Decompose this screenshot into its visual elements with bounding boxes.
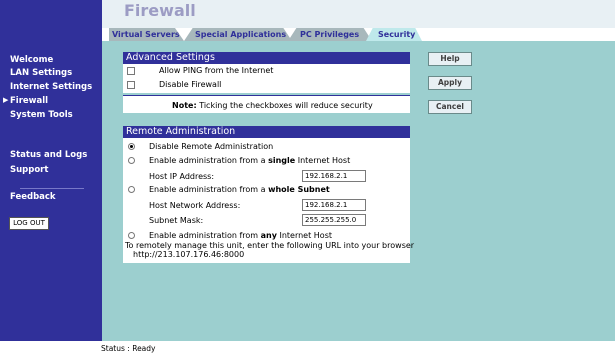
current-page-arrow-icon: ▶ [3, 96, 9, 104]
sidebar-item-lan-settings[interactable]: LAN Settings [10, 68, 72, 78]
remote-administration-panel: Remote Administration Disable Remote Adm… [123, 126, 414, 263]
any-host-label-bold: any [260, 231, 277, 240]
sidebar-item-support[interactable]: Support [10, 165, 48, 175]
whole-subnet-label: Enable administration from a whole Subne… [149, 185, 330, 195]
note-divider [123, 95, 410, 96]
note-message: Ticking the checkboxes will reduce secur… [199, 101, 373, 110]
advanced-settings-title: Advanced Settings [123, 52, 410, 64]
any-host-label-post: Internet Host [279, 231, 332, 240]
remote-url-text: http://213.107.176.46:8000 [133, 250, 245, 259]
sidebar-item-system-tools[interactable]: System Tools [10, 110, 73, 120]
allow-ping-checkbox[interactable] [127, 67, 135, 75]
tab-pc-privileges[interactable]: PC Privileges [288, 28, 372, 41]
disable-remote-label: Disable Remote Administration [149, 142, 274, 151]
single-host-label-pre: Enable administration from a [149, 156, 266, 165]
any-host-radio[interactable] [128, 232, 135, 239]
sidebar-nav: Welcome LAN Settings Internet Settings ▶… [0, 0, 102, 341]
single-host-label: Enable administration from a single Inte… [149, 156, 350, 166]
status-bar [0, 341, 615, 353]
note-bold: Note: [172, 101, 197, 110]
advanced-settings-panel: Advanced Settings Allow PING from the In… [123, 52, 410, 93]
single-host-label-post: Internet Host [297, 156, 351, 165]
whole-subnet-radio[interactable] [128, 186, 135, 193]
any-host-label-pre: Enable administration from [149, 231, 259, 240]
sidebar-divider [20, 188, 84, 189]
network-address-label: Host Network Address: [149, 201, 241, 210]
whole-subnet-label-pre: Enable administration from a [149, 185, 266, 194]
tab-virtual-servers[interactable]: Virtual Servers [109, 28, 184, 41]
sidebar-item-feedback[interactable]: Feedback [10, 192, 56, 202]
single-host-label-bold: single [268, 156, 296, 165]
sidebar-item-firewall[interactable]: Firewall [10, 96, 48, 106]
apply-button[interactable]: Apply [428, 76, 472, 90]
whole-subnet-label-bold: whole Subnet [268, 185, 330, 194]
tab-security[interactable]: Security [366, 28, 422, 41]
sidebar-item-status-logs[interactable]: Status and Logs [10, 150, 87, 160]
note-text: Note: Ticking the checkboxes will reduce… [172, 101, 373, 111]
help-button[interactable]: Help [428, 52, 472, 66]
any-host-label: Enable administration from any Internet … [149, 231, 332, 241]
network-address-field[interactable] [302, 199, 366, 211]
single-host-radio[interactable] [128, 157, 135, 164]
subnet-mask-label: Subnet Mask: [149, 216, 204, 225]
host-ip-field[interactable] [302, 170, 366, 182]
sidebar-item-internet-settings[interactable]: Internet Settings [10, 82, 92, 92]
remote-administration-title: Remote Administration [123, 126, 410, 138]
subnet-mask-field[interactable] [302, 214, 366, 226]
disable-firewall-label: Disable Firewall [159, 80, 222, 89]
cancel-button[interactable]: Cancel [428, 100, 472, 114]
logout-button[interactable]: LOG OUT [9, 217, 49, 230]
tab-special-applications[interactable]: Special Applications [184, 28, 292, 41]
allow-ping-label: Allow PING from the Internet [159, 66, 274, 75]
page-title: Firewall [124, 1, 196, 20]
disable-firewall-checkbox[interactable] [127, 81, 135, 89]
sidebar-item-welcome[interactable]: Welcome [10, 55, 53, 65]
host-ip-label: Host IP Address: [149, 172, 215, 181]
status-text: Status : Ready [101, 344, 156, 353]
note-box: Note: Ticking the checkboxes will reduce… [123, 95, 410, 113]
disable-remote-radio[interactable] [128, 143, 135, 150]
